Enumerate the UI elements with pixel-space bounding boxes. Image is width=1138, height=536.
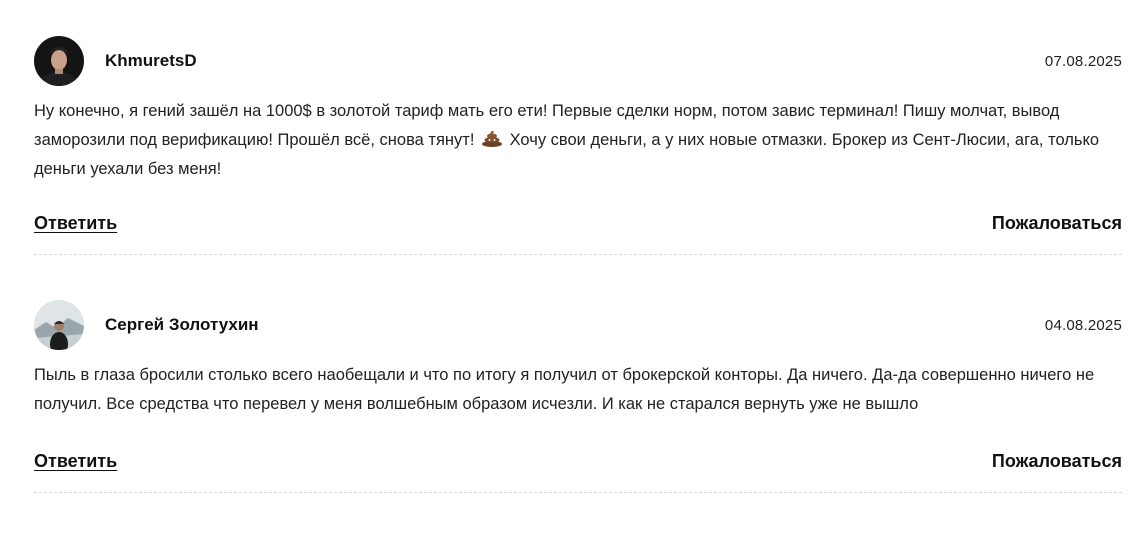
comment-actions: Ответить Пожаловаться xyxy=(34,449,1122,473)
comment-header: KhmuretsD 07.08.2025 xyxy=(34,36,1122,86)
complain-link[interactable]: Пожаловаться xyxy=(992,213,1122,234)
comment-actions: Ответить Пожаловаться xyxy=(34,211,1122,235)
avatar xyxy=(34,300,84,350)
poop-icon xyxy=(481,128,503,147)
comment-text: Ну конечно, я гений зашёл на 1000$ в зол… xyxy=(34,97,1122,184)
comment-item: Сергей Золотухин 04.08.2025 Пыль в глаза… xyxy=(34,255,1122,493)
comment-author: KhmuretsD xyxy=(105,51,197,70)
comment-header: Сергей Золотухин 04.08.2025 xyxy=(34,300,1122,350)
reply-link[interactable]: Ответить xyxy=(34,451,117,472)
comments-list: KhmuretsD 07.08.2025 Ну конечно, я гений… xyxy=(34,0,1122,493)
comment-item: KhmuretsD 07.08.2025 Ну конечно, я гений… xyxy=(34,0,1122,255)
avatar xyxy=(34,36,84,86)
comment-text: Пыль в глаза бросили столько всего наобе… xyxy=(34,366,1095,413)
comment-date: 07.08.2025 xyxy=(1044,52,1122,70)
reply-link[interactable]: Ответить xyxy=(34,213,117,234)
comment-author: Сергей Золотухин xyxy=(105,315,259,334)
comment-date: 04.08.2025 xyxy=(1044,316,1122,334)
complain-link[interactable]: Пожаловаться xyxy=(992,451,1122,472)
